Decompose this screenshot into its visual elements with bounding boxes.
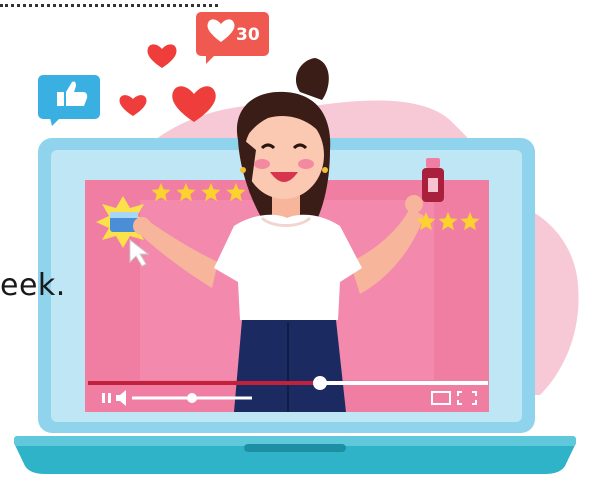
partial-text: eek. bbox=[0, 268, 66, 303]
volume-slider-handle[interactable] bbox=[187, 393, 197, 403]
heart-icon-small-top bbox=[147, 44, 177, 68]
left-blush bbox=[254, 159, 270, 169]
progress-slider-handle[interactable] bbox=[313, 376, 327, 390]
left-hand bbox=[133, 217, 151, 235]
thumbs-up-icon bbox=[38, 75, 100, 126]
notification-badge: 30 bbox=[196, 12, 269, 64]
heart-icon-small bbox=[119, 95, 147, 116]
laptop-notch bbox=[244, 444, 346, 452]
like-count: 30 bbox=[236, 25, 260, 45]
left-earring bbox=[240, 167, 246, 173]
right-earring bbox=[322, 167, 328, 173]
hair-ponytail bbox=[295, 58, 329, 100]
right-hand bbox=[405, 195, 423, 213]
right-blush bbox=[298, 159, 314, 169]
illustration: 30 bbox=[14, 12, 579, 474]
